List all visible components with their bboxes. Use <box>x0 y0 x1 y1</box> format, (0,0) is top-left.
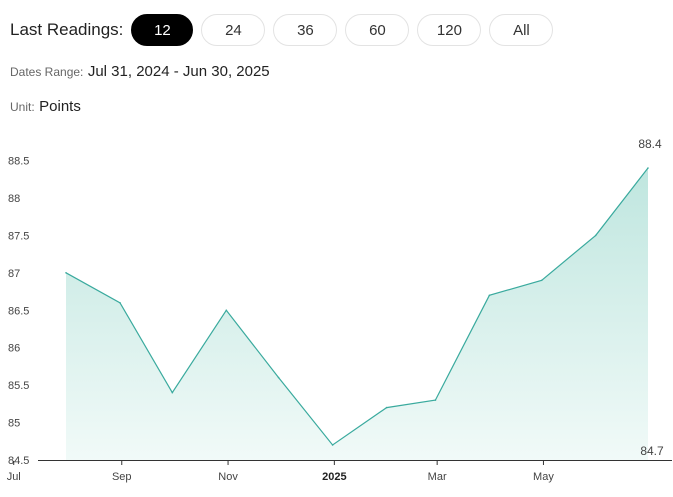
x-tick-label: Sep <box>112 471 132 483</box>
area-chart: 84.5 85 85.5 86 86.5 87 87.5 88 88.5 Jul Sep Nov 202… <box>7 137 672 483</box>
data-point <box>171 391 174 394</box>
data-point <box>225 309 228 312</box>
data-point <box>331 444 334 446</box>
data-point <box>540 279 543 282</box>
data-point <box>385 406 388 409</box>
x-tick-label: Jul <box>7 471 21 483</box>
area-fill <box>66 168 648 460</box>
y-tick-label: 86.5 <box>8 305 29 317</box>
x-tick-label: Nov <box>218 471 238 483</box>
data-point <box>594 234 597 237</box>
max-value-label: 88.4 <box>638 137 662 151</box>
data-point <box>647 167 649 169</box>
y-tick-label: 87.5 <box>8 230 29 242</box>
y-tick-label: 88 <box>8 193 20 205</box>
y-tick-label: 84.5 <box>8 455 29 467</box>
data-point <box>488 294 491 297</box>
data-point <box>277 376 280 379</box>
y-tick-label: 85 <box>8 418 20 430</box>
x-tick-label: Mar <box>428 471 447 483</box>
min-value-label: 84.7 <box>640 444 664 458</box>
data-point <box>65 272 67 274</box>
data-point <box>119 302 121 304</box>
x-tick-label: May <box>533 471 554 483</box>
y-tick-label: 88.5 <box>8 156 29 168</box>
y-tick-label: 85.5 <box>8 380 29 392</box>
y-tick-label: 86 <box>8 343 20 355</box>
y-tick-label: 87 <box>8 268 20 280</box>
data-point <box>434 399 437 401</box>
x-tick-label: 2025 <box>322 471 346 483</box>
